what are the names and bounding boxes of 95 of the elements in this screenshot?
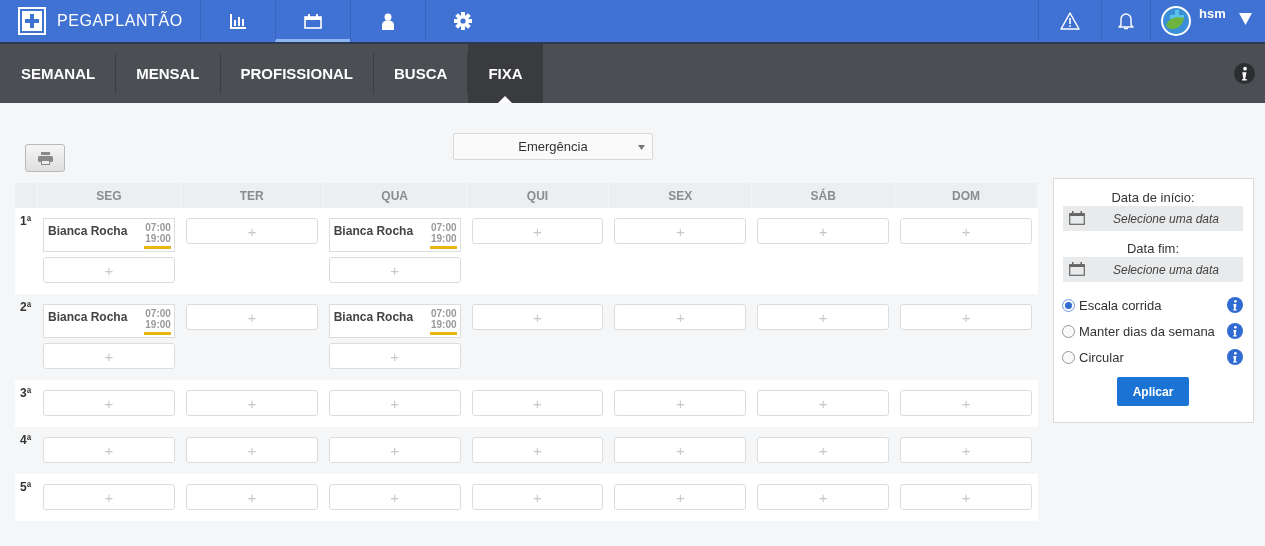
professional-name: Bianca Rocha <box>333 224 414 240</box>
start-time: 07:00 <box>145 308 171 319</box>
add-shift-button[interactable]: + <box>614 437 747 463</box>
add-shift-button[interactable]: + <box>43 343 175 369</box>
end-time: 19:00 <box>431 319 457 330</box>
add-shift-button[interactable]: + <box>471 390 604 416</box>
shift-card[interactable]: Bianca Rocha 07:00 19:00 <box>43 218 175 252</box>
add-shift-button[interactable]: + <box>757 437 890 463</box>
bell-icon <box>1118 12 1134 30</box>
add-shift-button[interactable]: + <box>471 484 604 510</box>
add-shift-button[interactable]: + <box>900 484 1032 510</box>
add-shift-button[interactable]: + <box>328 257 461 283</box>
add-shift-button[interactable]: + <box>614 390 747 416</box>
radio-button[interactable] <box>1062 298 1075 312</box>
add-shift-button[interactable]: + <box>757 304 890 330</box>
add-shift-button[interactable]: + <box>185 390 318 416</box>
settings-icon <box>454 12 472 30</box>
add-shift-button[interactable]: + <box>185 304 318 330</box>
add-shift-button[interactable]: + <box>900 437 1032 463</box>
add-shift-button[interactable]: + <box>43 437 175 463</box>
day-header: DOM <box>895 183 1038 208</box>
add-shift-button[interactable]: + <box>185 437 318 463</box>
printer-icon <box>37 151 53 165</box>
logo-icon <box>18 7 46 35</box>
add-shift-button[interactable]: + <box>185 484 318 510</box>
avatar-icon[interactable] <box>1161 6 1191 36</box>
add-shift-button[interactable]: + <box>900 304 1032 330</box>
add-shift-button[interactable]: + <box>43 390 175 416</box>
view-tab[interactable]: BUSCA <box>373 44 468 103</box>
start-date-field[interactable]: Selecione uma data <box>1063 206 1243 231</box>
row-label: 5ª <box>15 474 38 521</box>
department-select[interactable]: Emergência <box>453 133 653 160</box>
end-time: 19:00 <box>145 233 171 244</box>
apply-button[interactable]: Aplicar <box>1117 377 1189 406</box>
view-tab[interactable]: PROFISSIONAL <box>219 44 374 103</box>
add-shift-button[interactable]: + <box>757 484 890 510</box>
add-shift-button[interactable]: + <box>900 390 1032 416</box>
start-time: 07:00 <box>431 308 457 319</box>
professional-name: Bianca Rocha <box>333 310 414 326</box>
start-time: 07:00 <box>145 222 171 233</box>
add-shift-button[interactable]: + <box>185 218 318 244</box>
day-header: SEX <box>609 183 753 208</box>
option-label[interactable]: Circular <box>1079 349 1227 365</box>
caret-icon <box>638 145 645 150</box>
add-shift-button[interactable]: + <box>471 218 604 244</box>
add-shift-button[interactable]: + <box>614 218 747 244</box>
add-shift-button[interactable]: + <box>471 437 604 463</box>
add-shift-button[interactable]: + <box>757 218 890 244</box>
row-label: 1ª <box>15 208 38 294</box>
end-date-field[interactable]: Selecione uma data <box>1063 257 1243 282</box>
calendar-icon <box>304 13 322 29</box>
shift-card[interactable]: Bianca Rocha 07:00 19:00 <box>43 304 175 338</box>
add-shift-button[interactable]: + <box>471 304 604 330</box>
end-time: 19:00 <box>145 319 171 330</box>
add-shift-button[interactable]: + <box>43 484 175 510</box>
option-label[interactable]: Escala corrida <box>1079 297 1227 313</box>
view-tab[interactable]: FIXA <box>467 44 543 103</box>
calendar-icon <box>1069 262 1085 276</box>
day-header: SEG <box>38 183 181 208</box>
add-shift-button[interactable]: + <box>614 484 747 510</box>
add-shift-button[interactable]: + <box>328 484 461 510</box>
day-header: TER <box>180 183 324 208</box>
calendar-icon <box>1069 211 1085 225</box>
user-name[interactable]: hsm <box>1199 6 1226 21</box>
dropdown-caret-icon[interactable] <box>1238 13 1252 25</box>
print-button[interactable] <box>25 144 65 172</box>
shift-card[interactable]: Bianca Rocha 07:00 19:00 <box>328 304 461 338</box>
day-header: SÁB <box>752 183 896 208</box>
field-label: Data fim: <box>1127 241 1179 256</box>
view-tab[interactable]: MENSAL <box>115 44 220 103</box>
day-header: QUA <box>323 183 467 208</box>
person-icon <box>382 12 394 30</box>
add-shift-button[interactable]: + <box>614 304 747 330</box>
row-label: 3ª <box>15 380 38 427</box>
day-header: QUI <box>466 183 610 208</box>
info-icon[interactable] <box>1234 63 1255 84</box>
add-shift-button[interactable]: + <box>328 343 461 369</box>
add-shift-button[interactable]: + <box>43 257 175 283</box>
radio-button[interactable] <box>1062 350 1075 364</box>
app-name: PEGAPLANTÃO <box>57 12 183 30</box>
add-shift-button[interactable]: + <box>757 390 890 416</box>
field-label: Data de início: <box>1111 190 1195 205</box>
add-shift-button[interactable]: + <box>328 390 461 416</box>
radio-button[interactable] <box>1062 324 1075 338</box>
end-time: 19:00 <box>431 233 457 244</box>
shift-card[interactable]: Bianca Rocha 07:00 19:00 <box>328 218 461 252</box>
option-label[interactable]: Manter dias da semana <box>1079 323 1227 339</box>
start-time: 07:00 <box>431 222 457 233</box>
warning-icon <box>1060 12 1080 30</box>
bar-chart-icon <box>230 13 246 29</box>
professional-name: Bianca Rocha <box>48 310 128 326</box>
add-shift-button[interactable]: + <box>328 437 461 463</box>
add-shift-button[interactable]: + <box>900 218 1032 244</box>
view-tab[interactable]: SEMANAL <box>0 44 116 103</box>
professional-name: Bianca Rocha <box>48 224 128 240</box>
